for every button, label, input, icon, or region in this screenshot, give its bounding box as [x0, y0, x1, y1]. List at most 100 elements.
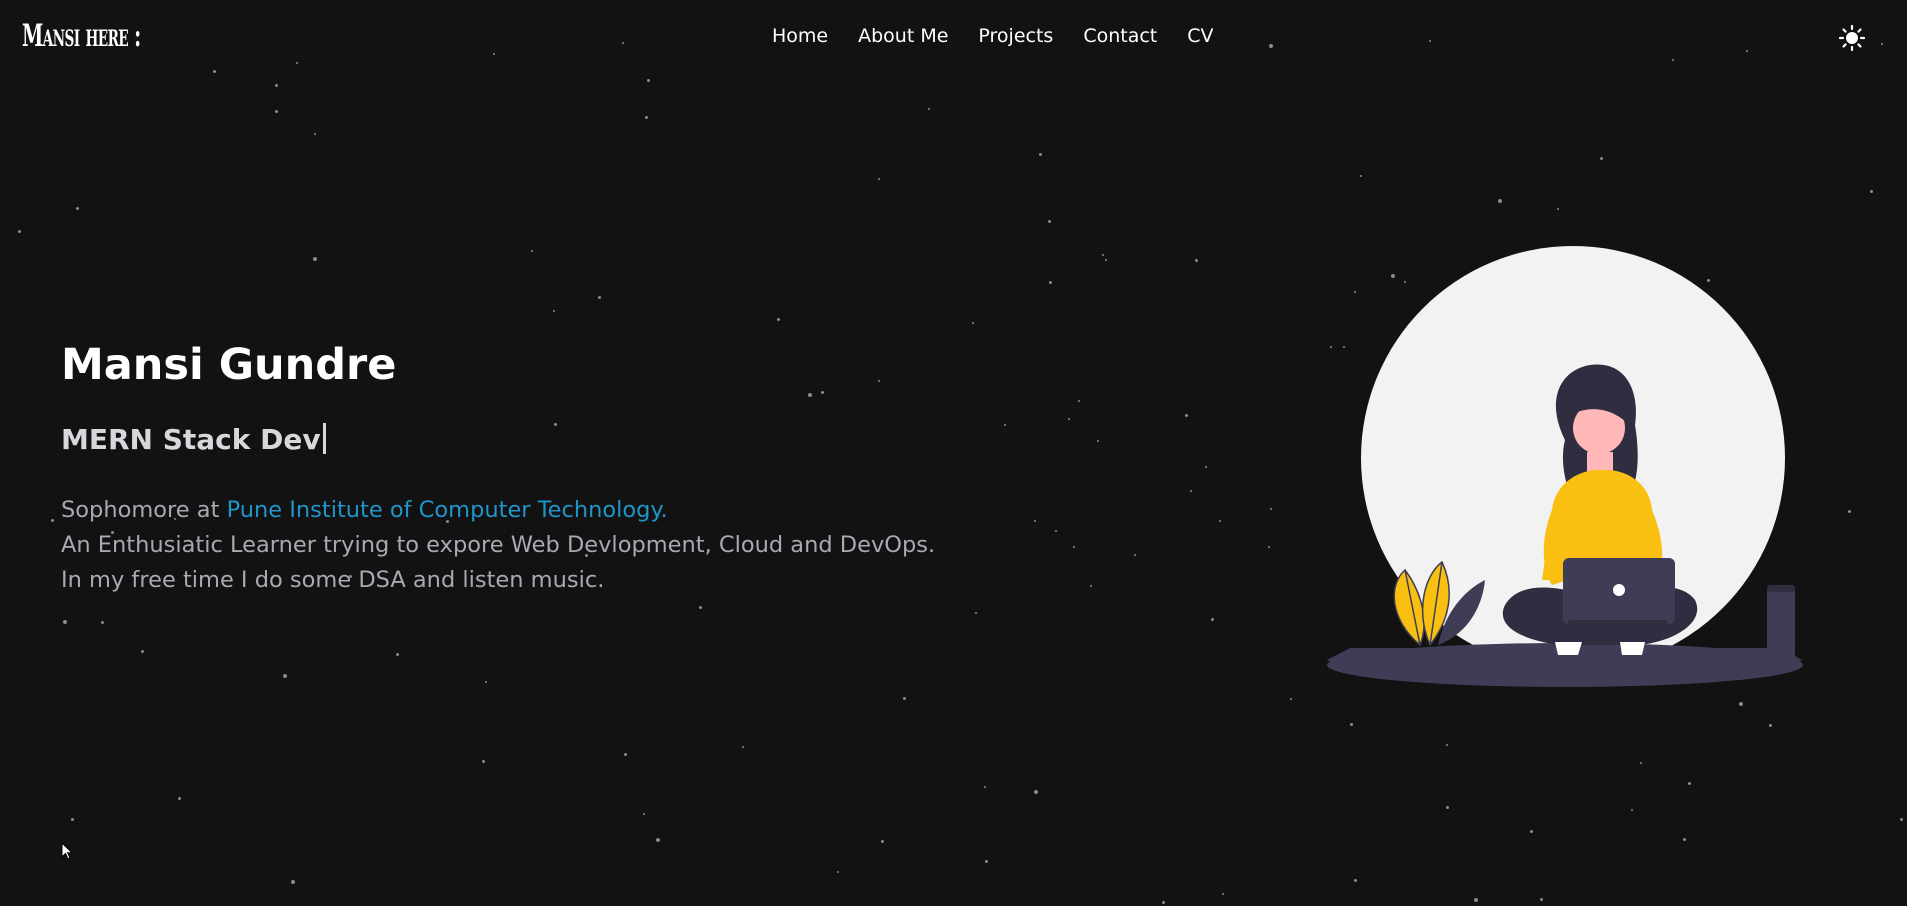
star-dot: [878, 380, 880, 382]
mouse-cursor-icon: [61, 842, 74, 860]
star-dot: [1900, 818, 1903, 821]
star-dot: [878, 178, 880, 180]
typed-role-text: MERN Stack Dev: [61, 423, 321, 456]
star-dot: [928, 108, 930, 110]
star-dot: [283, 674, 287, 678]
star-dot: [1048, 220, 1051, 223]
star-dot: [837, 871, 839, 873]
star-dot: [647, 79, 650, 82]
star-dot: [975, 612, 977, 614]
star-dot: [742, 746, 744, 748]
star-dot: [1290, 698, 1292, 700]
star-dot: [1446, 744, 1448, 746]
hero-description: Sophomore at Pune Institute of Computer …: [61, 493, 935, 598]
star-dot: [598, 296, 601, 299]
star-dot: [1540, 898, 1543, 901]
star-dot: [313, 257, 317, 261]
star-dot: [1134, 554, 1136, 556]
star-dot: [554, 423, 557, 426]
star-dot: [1631, 809, 1633, 811]
star-dot: [1640, 762, 1642, 764]
star-dot: [699, 606, 702, 609]
star-dot: [553, 310, 555, 312]
star-dot: [1848, 510, 1851, 513]
hobbies-line: In my free time I do some DSA and listen…: [61, 567, 605, 593]
star-dot: [1739, 702, 1743, 706]
typing-caret: [322, 423, 326, 454]
star-dot: [76, 207, 79, 210]
star-dot: [1055, 530, 1057, 532]
nav-cv-link[interactable]: CV: [1187, 25, 1213, 47]
star-dot: [1498, 199, 1502, 203]
college-prefix: Sophomore at: [61, 497, 227, 523]
star-dot: [1205, 466, 1207, 468]
star-dot: [903, 697, 906, 700]
star-dot: [1034, 520, 1036, 522]
star-dot: [1078, 400, 1080, 402]
nav-projects-link[interactable]: Projects: [978, 25, 1053, 47]
star-dot: [1097, 440, 1099, 442]
star-dot: [1600, 157, 1603, 160]
star-dot: [1530, 830, 1533, 833]
star-dot: [51, 519, 54, 522]
site-logo[interactable]: Mansi here :: [22, 18, 141, 54]
star-dot: [821, 391, 824, 394]
college-link[interactable]: Pune Institute of Computer Technology.: [227, 497, 668, 523]
star-dot: [18, 230, 21, 233]
star-dot: [972, 322, 974, 324]
nav-about-link[interactable]: About Me: [858, 25, 948, 47]
star-dot: [1219, 520, 1221, 522]
star-dot: [777, 318, 780, 321]
sun-icon: [1838, 24, 1866, 52]
star-dot: [1360, 175, 1362, 177]
star-dot: [101, 621, 104, 624]
star-dot: [141, 650, 144, 653]
star-dot: [1190, 490, 1192, 492]
nav-contact-link[interactable]: Contact: [1083, 25, 1157, 47]
nav-home-link[interactable]: Home: [772, 25, 828, 47]
star-dot: [1162, 901, 1165, 904]
star-dot: [1185, 414, 1188, 417]
star-dot: [291, 880, 295, 884]
star-dot: [1195, 259, 1198, 262]
star-dot: [1222, 893, 1224, 895]
star-dot: [1068, 418, 1070, 420]
star-dot: [1557, 208, 1559, 210]
star-dot: [1039, 153, 1042, 156]
hero-name: Mansi Gundre: [61, 340, 397, 390]
star-dot: [314, 133, 316, 135]
theme-toggle-button[interactable]: [1838, 24, 1866, 52]
star-dot: [984, 786, 986, 788]
interests-line: An Enthusiatic Learner trying to expore …: [61, 532, 936, 558]
star-dot: [1090, 585, 1092, 587]
star-dot: [1350, 723, 1353, 726]
star-dot: [1870, 190, 1873, 193]
star-dot: [531, 250, 533, 252]
star-dot: [275, 110, 278, 113]
star-dot: [624, 753, 627, 756]
nav-links: Home About Me Projects Contact CV: [772, 25, 1244, 47]
star-dot: [178, 797, 181, 800]
star-dot: [1268, 546, 1270, 548]
star-dot: [71, 818, 74, 821]
star-dot: [396, 653, 399, 656]
star-dot: [1004, 424, 1006, 426]
star-dot: [1102, 254, 1104, 256]
star-dot: [63, 620, 67, 624]
star-dot: [1446, 806, 1449, 809]
star-dot: [1073, 546, 1075, 548]
star-dot: [275, 84, 278, 87]
star-dot: [1354, 879, 1357, 882]
star-dot: [1683, 838, 1686, 841]
star-dot: [482, 760, 485, 763]
star-dot: [645, 116, 648, 119]
star-dot: [1049, 281, 1052, 284]
navbar: Mansi here : Home About Me Projects Cont…: [0, 0, 1907, 78]
woman-with-laptop-illustration: [1327, 246, 1803, 687]
hero-role: MERN Stack Dev: [61, 423, 326, 456]
star-dot: [1034, 790, 1038, 794]
star-dot: [485, 681, 487, 683]
star-dot: [1769, 724, 1772, 727]
star-dot: [1211, 618, 1214, 621]
star-dot: [985, 860, 988, 863]
